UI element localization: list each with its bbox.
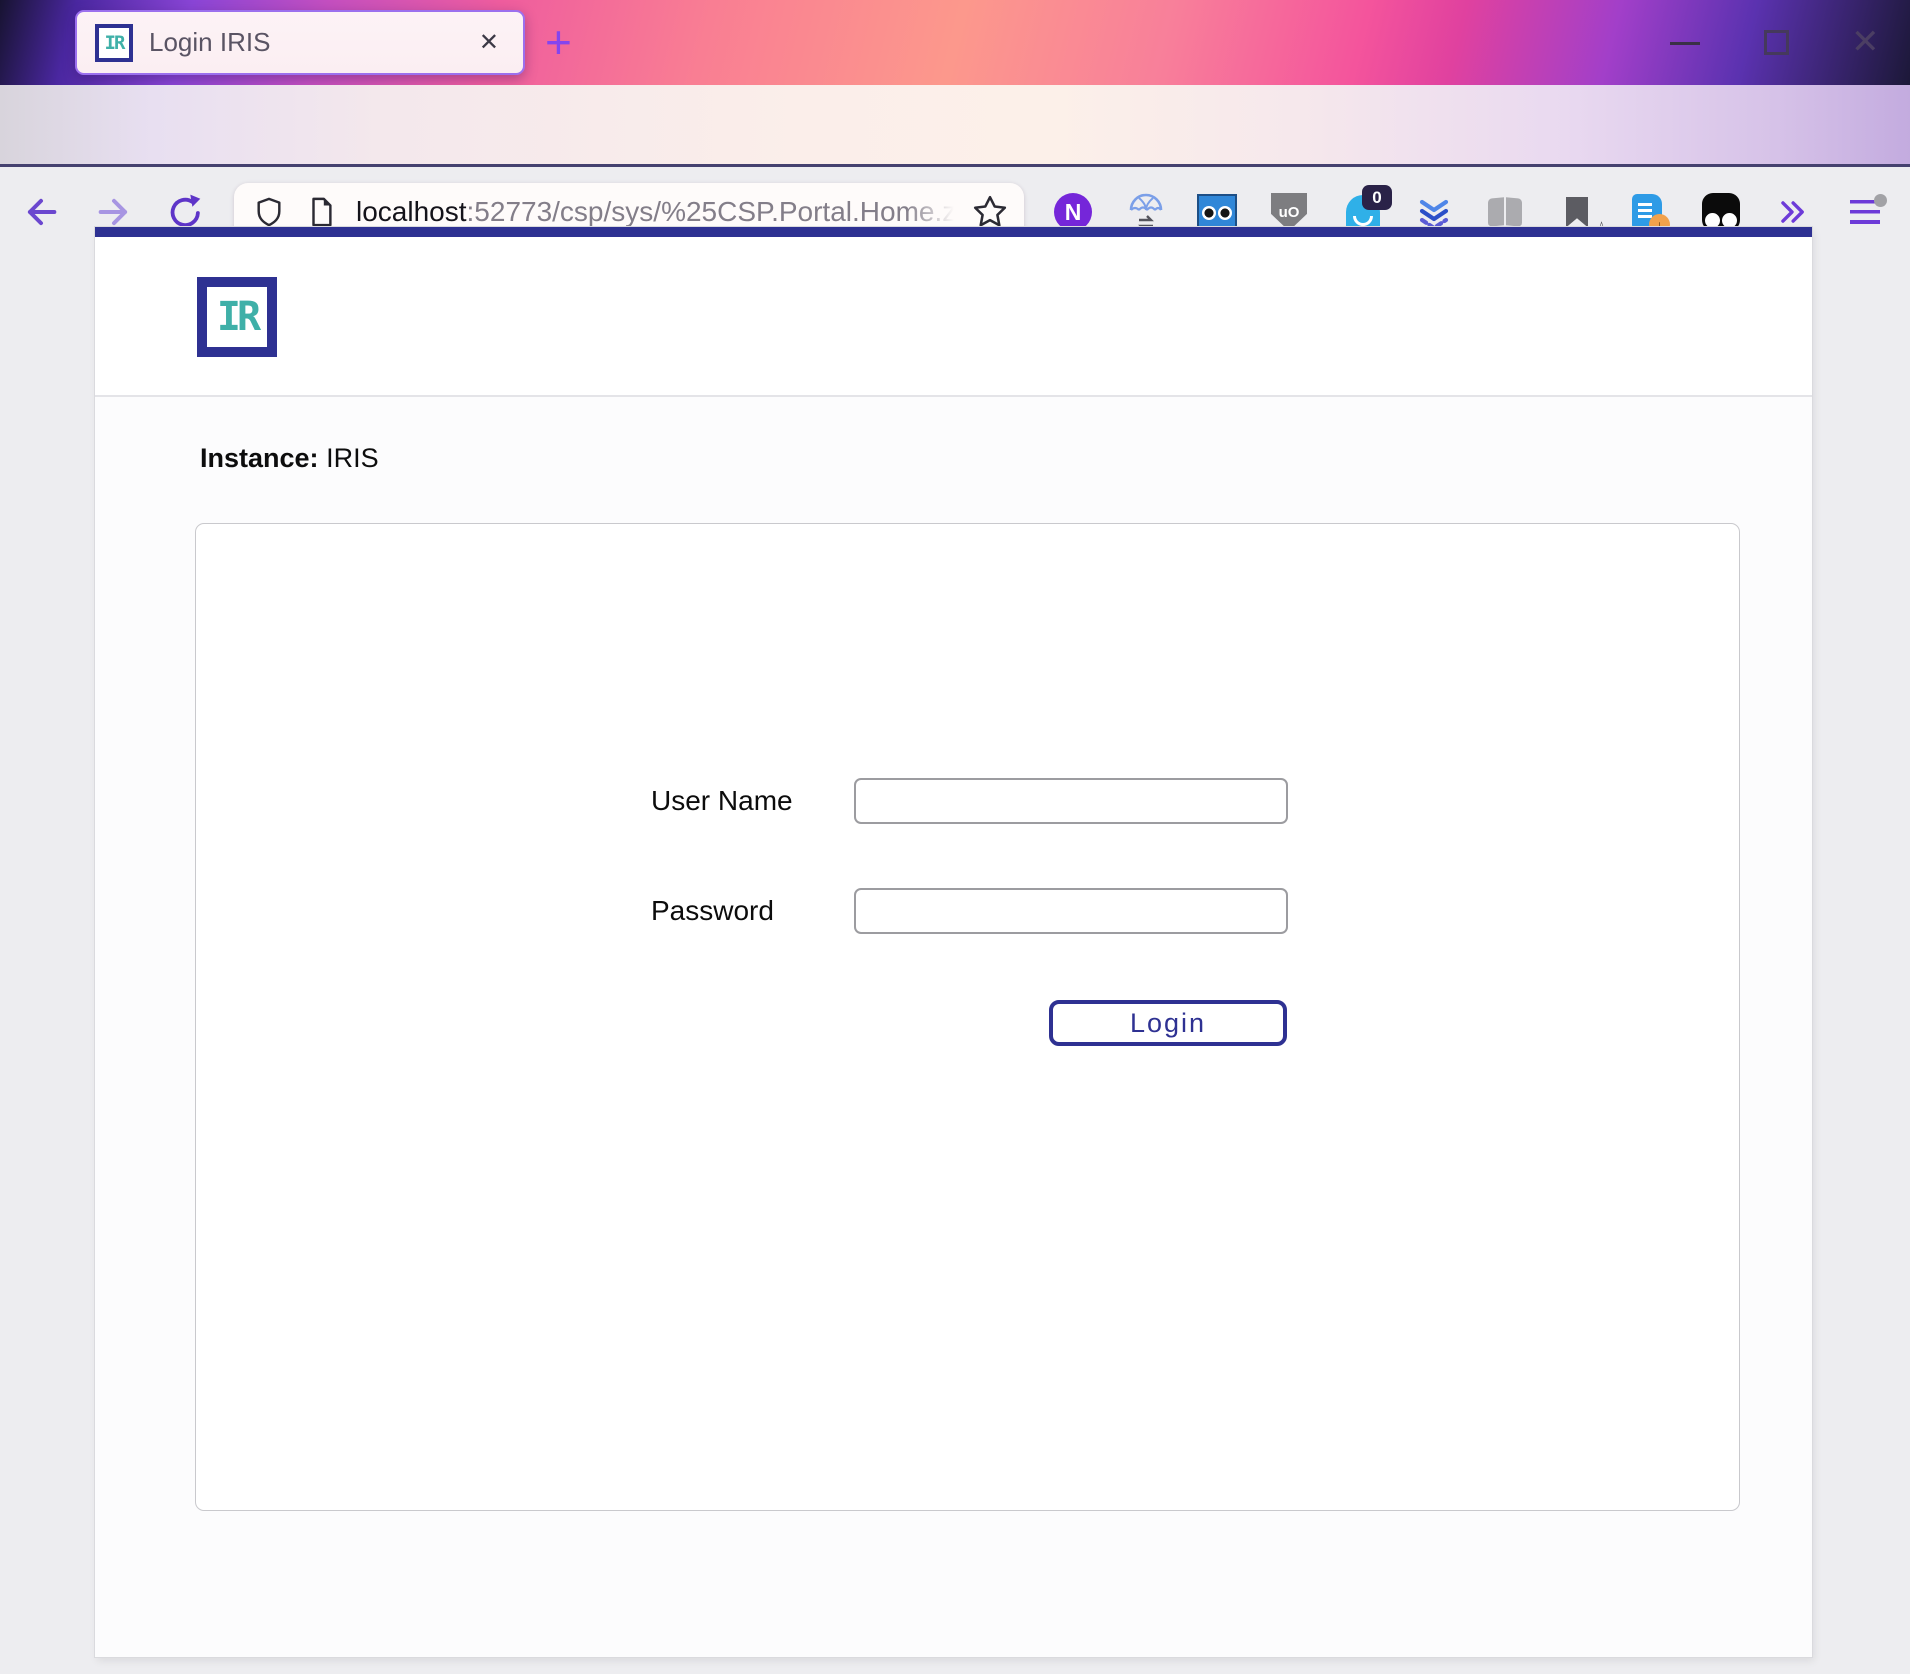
tab-favicon-icon: IR: [95, 24, 133, 62]
username-input[interactable]: [854, 778, 1288, 824]
tab-close-icon[interactable]: ✕: [479, 28, 499, 57]
page-top-accent-bar: [95, 227, 1812, 237]
window-maximize-button[interactable]: [1764, 30, 1789, 55]
url-fade: [906, 192, 966, 232]
tracking-protection-shield-icon[interactable]: [254, 195, 284, 229]
browser-titlebar: IR Login IRIS ✕ + ✕: [0, 0, 1910, 85]
password-input[interactable]: [854, 888, 1288, 934]
instance-label: Instance:: [200, 443, 319, 473]
page-header: IR: [95, 237, 1812, 397]
hamburger-menu-icon: [1850, 200, 1880, 224]
double-chevron-right-icon: [1775, 195, 1809, 229]
back-arrow-icon: [21, 192, 61, 232]
url-host: localhost: [356, 196, 467, 227]
goggles-icon: [1702, 193, 1740, 231]
toolbar-bottom-divider: [0, 164, 1910, 167]
iris-logo: IR: [197, 277, 277, 357]
browser-tab[interactable]: IR Login IRIS ✕: [75, 10, 525, 75]
reload-icon: [166, 193, 204, 231]
bookmark-star-icon[interactable]: [972, 194, 1008, 230]
n-badge: N: [1054, 193, 1092, 231]
instance-value: IRIS: [326, 443, 379, 473]
tab-title: Login IRIS: [149, 27, 479, 58]
url-text[interactable]: localhost:52773/csp/sys/%25CSP.Portal.Ho…: [356, 192, 966, 232]
window-minimize-button[interactable]: [1670, 42, 1700, 45]
login-page-card: IR Instance: IRIS User Name Password Log…: [95, 227, 1812, 1657]
username-label: User Name: [651, 785, 793, 817]
app-menu-button[interactable]: [1844, 191, 1886, 233]
url-path: :52773/csp/sys/%25CSP.Portal.Home.zen: [467, 196, 966, 227]
password-label: Password: [651, 895, 774, 927]
open-book-icon: [1487, 198, 1523, 226]
ublock-shield-icon: uO: [1271, 193, 1307, 231]
umbrella-globe-icon: [1126, 192, 1166, 232]
ghostery-count-badge: 0: [1362, 185, 1392, 210]
new-tab-button[interactable]: +: [545, 14, 572, 70]
page-info-icon[interactable]: [306, 195, 336, 229]
stacked-chevrons-icon: [1414, 192, 1454, 232]
back-button[interactable]: [20, 191, 62, 233]
instance-row: Instance: IRIS: [200, 443, 379, 474]
bookmark-flag-icon: [1566, 197, 1588, 228]
googly-eyes-icon: [1197, 194, 1237, 230]
login-form-panel: User Name Password Login: [195, 523, 1740, 1511]
document-download-icon: ↓: [1632, 194, 1662, 230]
forward-arrow-icon: [94, 192, 134, 232]
window-close-button[interactable]: ✕: [1851, 22, 1880, 62]
browser-toolbar: localhost:52773/csp/sys/%25CSP.Portal.Ho…: [0, 85, 1910, 164]
login-button[interactable]: Login: [1049, 1000, 1287, 1046]
